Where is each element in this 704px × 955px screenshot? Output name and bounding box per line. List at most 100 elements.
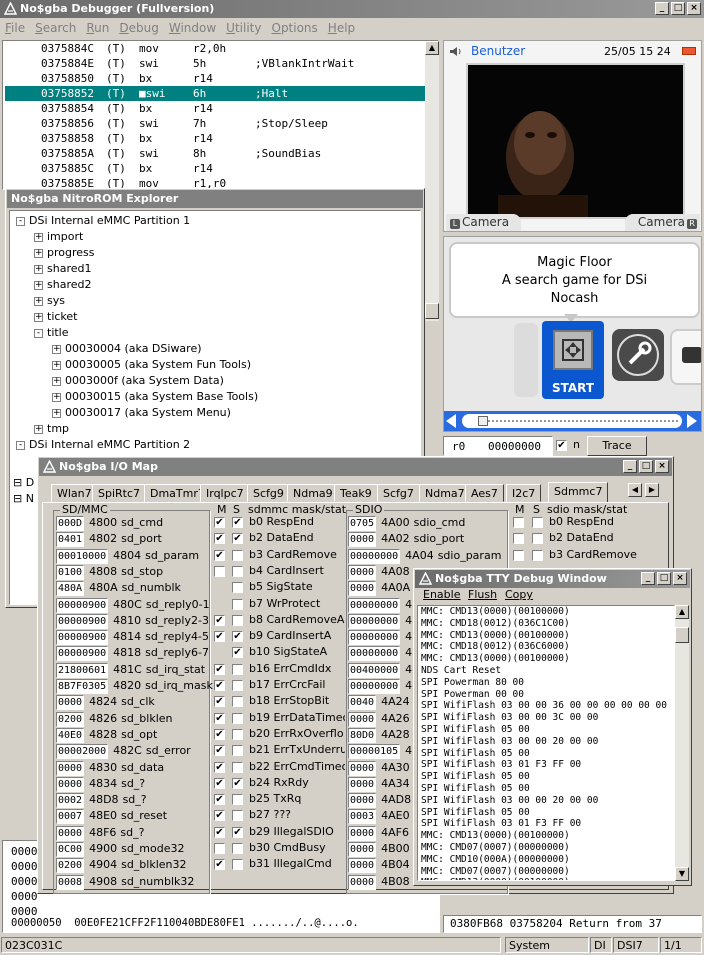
sd-register-value[interactable]: 00002000 [56, 744, 109, 760]
mask-m-checkbox[interactable]: ✔ [214, 859, 225, 871]
mask-m-checkbox[interactable]: ✔ [214, 777, 225, 789]
menu-file[interactable]: File [0, 19, 30, 38]
mask-s-checkbox[interactable]: ✔ [232, 777, 243, 789]
sd-register-value[interactable]: 0000 [56, 825, 85, 841]
menu-run[interactable]: Run [81, 19, 114, 38]
tab-spirtc7[interactable]: SpiRtc7 [92, 484, 147, 502]
tty-output[interactable]: MMC: CMD13(0000)(00100000) MMC: CMD18(001… [417, 605, 675, 881]
tree-item[interactable]: +0003000f (aka System Data) [52, 373, 224, 389]
mask-s-checkbox[interactable] [232, 663, 243, 675]
menu-debug[interactable]: Debug [114, 19, 163, 38]
sd-register-value[interactable]: 00000900 [56, 597, 109, 613]
scroll-up-button[interactable]: ▲ [425, 41, 439, 55]
sd-register-value[interactable]: 0401 [56, 532, 85, 548]
expand-icon[interactable]: + [34, 312, 43, 322]
tree-item[interactable]: + tmp [34, 421, 69, 437]
sdio-register-value[interactable]: 80D0 [348, 727, 377, 743]
mask-s-checkbox[interactable] [232, 598, 243, 610]
sdio-register-value[interactable]: 0000 [348, 858, 377, 874]
sd-register-value[interactable]: 00000900 [56, 646, 109, 662]
disasm-line[interactable]: 0375884E (T) swi 5h ;VBlankIntrWait [5, 56, 427, 71]
tty-scrollbar[interactable]: ▲ ▼ [675, 605, 689, 881]
tree-item[interactable]: +00030017 (aka System Menu) [52, 405, 231, 421]
sdio-register-value[interactable]: 00000000 [348, 630, 401, 646]
menu-utility[interactable]: Utility [221, 19, 266, 38]
tree-item[interactable]: + progress [34, 245, 95, 261]
sd-register-value[interactable]: 40E0 [56, 727, 85, 743]
sdio-mask-m-checkbox[interactable] [513, 549, 524, 561]
iomap-close-button[interactable]: × [655, 460, 669, 473]
sdio-register-value[interactable]: 0000 [348, 776, 377, 792]
sd-register-value[interactable]: 21800601 [56, 662, 109, 678]
sdio-register-value[interactable]: 00000000 [348, 613, 401, 629]
mask-s-checkbox[interactable] [232, 614, 243, 626]
mask-m-checkbox[interactable]: ✔ [214, 761, 225, 773]
sdio-register-value[interactable]: 00000000 [348, 646, 401, 662]
sd-register-value[interactable]: 0100 [56, 564, 85, 580]
tab-aes7[interactable]: Aes7 [465, 484, 504, 502]
mask-s-checkbox[interactable] [232, 859, 243, 871]
mask-m-checkbox[interactable] [214, 565, 225, 577]
system-settings-app-slot[interactable] [612, 329, 664, 381]
mask-s-checkbox[interactable] [232, 582, 243, 594]
expand-icon[interactable]: + [52, 360, 61, 370]
mask-m-checkbox[interactable]: ✔ [214, 728, 225, 740]
mask-m-checkbox[interactable]: ✔ [214, 826, 225, 838]
expand-icon[interactable]: + [52, 392, 61, 402]
tab-irqlpc7[interactable]: Irqlpc7 [200, 484, 250, 502]
app-scroll-bar[interactable] [444, 411, 701, 431]
mask-s-checkbox[interactable] [232, 549, 243, 561]
tree-item[interactable]: + shared2 [34, 277, 91, 293]
disasm-line[interactable]: 03758850 (T) bx r14 [5, 71, 427, 86]
mask-s-checkbox[interactable] [232, 843, 243, 854]
sd-register-value[interactable]: 0000 [56, 695, 85, 711]
tab-scroll-right-button[interactable]: ▶ [645, 483, 659, 497]
sd-register-value[interactable]: 0000 [56, 760, 85, 776]
mask-s-checkbox[interactable] [232, 680, 243, 691]
disassembly-panel[interactable]: 0375884C (T) mov r2,0h 0375884E (T) swi 5h ;VBla… [2, 40, 439, 190]
close-button[interactable]: × [687, 2, 701, 15]
tab-scfg9[interactable]: Scfg9 [247, 484, 290, 502]
sdio-register-value[interactable]: 0000 [348, 760, 377, 776]
tty-menu-flush[interactable]: Flush [468, 588, 497, 601]
mask-m-checkbox[interactable]: ✔ [214, 794, 225, 806]
mask-m-checkbox[interactable]: ✔ [214, 549, 225, 561]
tab-ndma9[interactable]: Ndma9 [287, 484, 339, 502]
tree-row-partial[interactable]: ⊟ D [13, 475, 34, 491]
expand-icon[interactable]: + [34, 280, 43, 290]
scroll-position-marker[interactable] [478, 416, 488, 426]
tree-item[interactable]: + sys [34, 293, 65, 309]
sd-register-value[interactable]: 0200 [56, 711, 85, 727]
menu-help[interactable]: Help [323, 19, 360, 38]
mask-m-checkbox[interactable]: ✔ [214, 712, 225, 724]
sdio-mask-m-checkbox[interactable] [513, 517, 524, 528]
tree-item[interactable]: - title [34, 325, 69, 341]
mask-s-checkbox[interactable]: ✔ [232, 533, 243, 545]
mask-m-checkbox[interactable]: ✔ [214, 663, 225, 675]
expand-icon[interactable]: + [34, 232, 43, 242]
tree-item[interactable]: + ticket [34, 309, 77, 325]
expand-icon[interactable]: + [34, 424, 43, 434]
mask-s-checkbox[interactable] [232, 696, 243, 708]
disasm-line[interactable]: 03758856 (T) swi 7h ;Stop/Sleep [5, 116, 427, 131]
sdio-register-value[interactable]: 00000000 [348, 597, 401, 613]
camera-left-button[interactable]: L Camera [446, 214, 521, 231]
tty-minimize-button[interactable]: _ [641, 572, 655, 585]
mask-s-checkbox[interactable] [232, 565, 243, 577]
iomap-maximize-button[interactable]: □ [639, 460, 653, 473]
tab-scfg7[interactable]: Scfg7 [377, 484, 420, 502]
sdio-register-value[interactable]: 0000 [348, 711, 377, 727]
sdio-register-value[interactable]: 00400000 [348, 662, 401, 678]
expand-icon[interactable]: + [34, 296, 43, 306]
tty-scroll-up-button[interactable]: ▲ [675, 605, 689, 619]
sdio-register-value[interactable]: 00000105 [348, 744, 401, 760]
tree-item[interactable]: - DSi Internal eMMC Partition 2 [16, 437, 190, 453]
app-slot-selected[interactable]: START [542, 321, 604, 399]
sd-register-value[interactable]: 00000900 [56, 630, 109, 646]
tab-ndma7[interactable]: Ndma7 [419, 484, 471, 502]
tree-item[interactable]: +00030004 (aka DSiware) [52, 341, 202, 357]
sdio-register-value[interactable]: 0000 [348, 564, 377, 580]
mask-m-checkbox[interactable] [214, 843, 225, 854]
mask-s-checkbox[interactable]: ✔ [232, 826, 243, 838]
mask-s-checkbox[interactable] [232, 745, 243, 757]
